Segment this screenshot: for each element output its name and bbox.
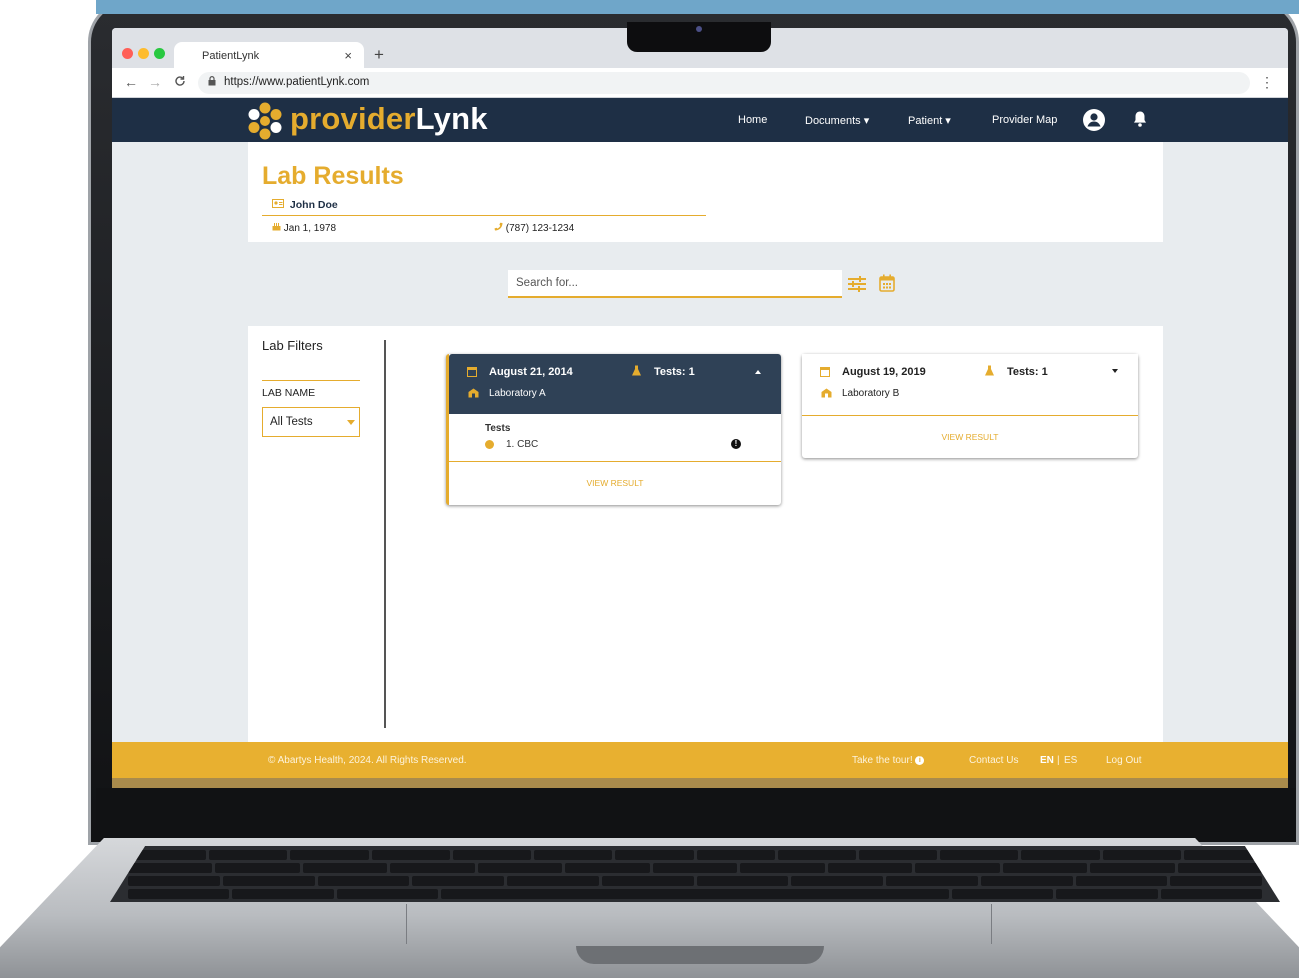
calendar-icon — [467, 366, 477, 380]
phone-icon — [494, 222, 506, 234]
user-avatar-icon[interactable] — [1083, 109, 1105, 131]
lab-building-icon — [821, 388, 832, 401]
lang-en-link[interactable]: EN — [1040, 755, 1054, 766]
lab-filters-panel: Lab Filters LAB NAME All Tests — [262, 338, 392, 437]
test-item[interactable]: 1. CBC — [506, 439, 538, 450]
lab-building-icon — [468, 388, 479, 401]
chevron-up-icon[interactable] — [755, 370, 761, 374]
footer: © Abartys Health, 2024. All Rights Reser… — [112, 742, 1288, 778]
lab-result-card[interactable]: August 19, 2019 Tests: 1 Laboratory B VI… — [802, 354, 1138, 458]
filters-divider — [262, 380, 360, 381]
lab-name: Laboratory B — [842, 388, 900, 399]
keyboard — [110, 846, 1280, 902]
lab-tests-count: Tests: 1 — [1007, 366, 1048, 378]
tests-heading: Tests — [485, 423, 511, 434]
filter-sliders-icon[interactable] — [848, 276, 866, 292]
flask-icon — [632, 365, 641, 379]
screen-bottom-strip — [112, 778, 1288, 788]
lid-top-edge — [96, 0, 1299, 14]
lang-es-link[interactable]: ES — [1064, 755, 1077, 766]
lab-card-header[interactable]: August 21, 2014 Tests: 1 Laboratory A — [449, 354, 781, 414]
back-arrow-icon[interactable]: ← — [124, 74, 138, 90]
search-band — [248, 242, 1163, 326]
chevron-down-icon — [347, 420, 355, 425]
calendar-icon[interactable] — [879, 274, 895, 292]
bell-icon[interactable] — [1132, 110, 1148, 128]
browser-menu-icon[interactable]: ⋮ — [1260, 74, 1274, 91]
nav-patient[interactable]: Patient ▾ — [908, 114, 951, 127]
url-bar[interactable]: https://www.patientLynk.com — [198, 72, 1250, 94]
main-content: Lab Results John Doe Jan 1, 1978 (787) 1… — [248, 142, 1163, 742]
lock-icon — [208, 76, 216, 89]
browser-tab[interactable]: PatientLynk × — [174, 42, 364, 68]
search-input[interactable] — [508, 270, 842, 298]
lang-separator: | — [1057, 755, 1060, 766]
sidebar-divider — [384, 340, 386, 728]
url-text: https://www.patientLynk.com — [224, 76, 370, 88]
birthday-cake-icon — [272, 223, 284, 234]
tab-close-icon[interactable]: × — [344, 48, 352, 63]
app-navbar: providerLynk Home Documents ▾ Patient ▾ … — [112, 98, 1288, 142]
logo-icon[interactable] — [246, 102, 284, 140]
calendar-icon — [820, 366, 830, 380]
lab-card-header[interactable]: August 19, 2019 Tests: 1 Laboratory B — [802, 354, 1138, 416]
chevron-down-icon[interactable] — [1112, 369, 1118, 373]
lab-name-label: LAB NAME — [262, 387, 316, 399]
lab-name-select[interactable]: All Tests — [262, 407, 360, 437]
view-result-button[interactable]: VIEW RESULT — [802, 432, 1138, 442]
nav-provider-map[interactable]: Provider Map — [992, 114, 1057, 126]
status-dot-icon — [485, 440, 494, 449]
info-icon: i — [915, 755, 925, 765]
logo-wordmark[interactable]: providerLynk — [290, 101, 488, 137]
lab-date: August 21, 2014 — [489, 366, 573, 378]
lab-result-card[interactable]: August 21, 2014 Tests: 1 Laboratory A Te… — [446, 354, 781, 505]
nav-home[interactable]: Home — [738, 114, 767, 126]
lab-name-select-value: All Tests — [270, 416, 313, 428]
trackpad — [406, 904, 992, 944]
copyright-text: © Abartys Health, 2024. All Rights Reser… — [268, 755, 467, 766]
laptop-front-lip — [576, 946, 824, 964]
new-tab-button[interactable]: + — [374, 45, 384, 65]
browser-toolbar: ← → https://www.patientLynk.com ⋮ — [112, 68, 1288, 98]
lab-name: Laboratory A — [489, 388, 546, 399]
lab-tests-count: Tests: 1 — [654, 366, 695, 378]
patient-header: Lab Results John Doe Jan 1, 1978 (787) 1… — [248, 142, 1163, 242]
header-divider — [262, 215, 706, 216]
camera-icon — [696, 26, 702, 32]
maximize-window-button[interactable] — [154, 48, 165, 59]
patient-phone: (787) 123-1234 — [494, 222, 574, 234]
filters-title: Lab Filters — [262, 338, 323, 353]
patient-dob: Jan 1, 1978 — [272, 222, 336, 234]
page-title: Lab Results — [262, 162, 404, 190]
take-tour-link[interactable]: Take the tour! i — [852, 755, 925, 766]
reload-icon[interactable] — [174, 74, 186, 90]
screen: PatientLynk × + ← → https://www.patientL… — [112, 28, 1288, 788]
tests-section: Tests 1. CBC ! — [449, 414, 781, 462]
flask-icon — [985, 365, 994, 379]
patient-id-icon — [272, 199, 287, 211]
close-window-button[interactable] — [122, 48, 133, 59]
tab-title: PatientLynk — [202, 50, 260, 62]
info-icon[interactable]: ! — [731, 439, 741, 449]
nav-documents[interactable]: Documents ▾ — [805, 114, 869, 127]
lab-date: August 19, 2019 — [842, 366, 926, 378]
contact-us-link[interactable]: Contact Us — [969, 755, 1018, 766]
forward-arrow-icon[interactable]: → — [148, 74, 162, 90]
patient-name: John Doe — [272, 199, 338, 211]
minimize-window-button[interactable] — [138, 48, 149, 59]
bottom-bezel — [96, 788, 1296, 840]
log-out-link[interactable]: Log Out — [1106, 755, 1142, 766]
view-result-button[interactable]: VIEW RESULT — [449, 478, 781, 488]
